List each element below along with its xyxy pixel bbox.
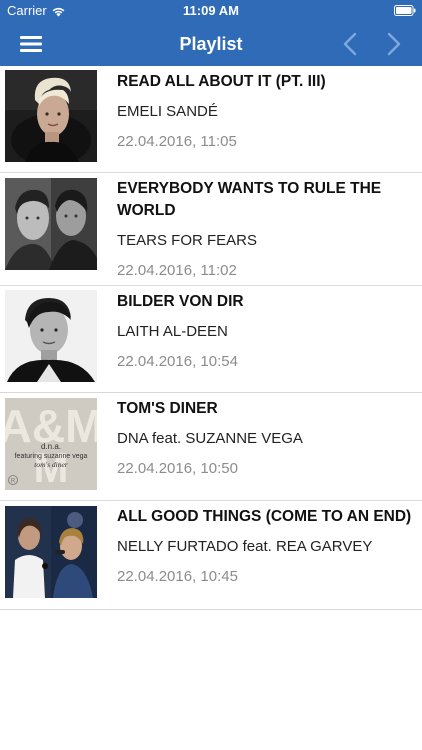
cover-line-3: tom's diner [34, 460, 68, 469]
track-title: EVERYBODY WANTS TO RULE THE WORLD [117, 180, 382, 219]
navigation-bar: Playlist [0, 22, 422, 66]
playlist-row[interactable]: EVERYBODY WANTS TO RULE THE WORLD TEARS … [0, 173, 422, 286]
track-artist: EMELI SANDÉ [117, 103, 218, 120]
track-timestamp: 22.04.2016, 10:54 [117, 353, 238, 370]
track-timestamp: 22.04.2016, 10:50 [117, 460, 238, 477]
track-title: READ ALL ABOUT IT (PT. III) [117, 73, 326, 90]
cover-line-2: featuring suzanne vega [15, 453, 88, 460]
status-bar: Carrier 11:09 AM [0, 0, 422, 22]
album-cover [5, 506, 97, 598]
playlist-row[interactable]: READ ALL ABOUT IT (PT. III) EMELI SANDÉ … [0, 66, 422, 173]
track-info: TOM'S DINER DNA feat. SUZANNE VEGA 22.04… [117, 398, 416, 479]
track-artist: DNA feat. SUZANNE VEGA [117, 430, 303, 447]
track-info: READ ALL ABOUT IT (PT. III) EMELI SANDÉ … [117, 71, 416, 152]
track-artist: TEARS FOR FEARS [117, 232, 258, 249]
album-cover [5, 178, 97, 270]
menu-button[interactable] [9, 22, 53, 66]
track-info: EVERYBODY WANTS TO RULE THE WORLD TEARS … [117, 178, 416, 281]
battery-icon [394, 5, 416, 16]
track-timestamp: 22.04.2016, 11:02 [117, 262, 237, 279]
cover-line-1: d.n.a. [41, 442, 61, 451]
cover-registered-mark: R [11, 479, 16, 485]
album-cover [5, 70, 97, 162]
playlist-screen: Carrier 11:09 AM Playlist READ ALL ABOUT… [0, 0, 422, 750]
album-cover-art [5, 178, 97, 270]
track-info: ALL GOOD THINGS (COME TO AN END) NELLY F… [117, 506, 416, 587]
album-cover-art [5, 506, 97, 598]
status-time: 11:09 AM [183, 3, 239, 18]
track-title: ALL GOOD THINGS (COME TO AN END) [117, 508, 412, 525]
playlist-row[interactable]: BILDER VON DIR LAITH AL-DEEN 22.04.2016,… [0, 286, 422, 393]
track-timestamp: 22.04.2016, 11:05 [117, 133, 237, 150]
playlist-list: READ ALL ABOUT IT (PT. III) EMELI SANDÉ … [0, 66, 422, 610]
album-cover-art: A&M M d.n.a. featuring suzanne vega tom'… [5, 398, 97, 490]
chevron-right-icon [387, 32, 401, 56]
page-title: Playlist [179, 34, 243, 54]
hamburger-menu-icon [20, 36, 42, 52]
album-cover-art [5, 290, 97, 382]
album-cover-art [5, 70, 97, 162]
track-title: TOM'S DINER [117, 400, 218, 417]
previous-button[interactable] [328, 22, 372, 66]
album-cover: A&M M d.n.a. featuring suzanne vega tom'… [5, 398, 97, 490]
track-title: BILDER VON DIR [117, 293, 244, 310]
track-timestamp: 22.04.2016, 10:45 [117, 568, 238, 585]
album-cover [5, 290, 97, 382]
track-artist: NELLY FURTADO feat. REA GARVEY [117, 538, 373, 555]
playlist-row[interactable]: ALL GOOD THINGS (COME TO AN END) NELLY F… [0, 501, 422, 610]
next-button[interactable] [372, 22, 416, 66]
track-artist: LAITH AL-DEEN [117, 323, 228, 340]
playlist-row[interactable]: A&M M d.n.a. featuring suzanne vega tom'… [0, 393, 422, 501]
track-info: BILDER VON DIR LAITH AL-DEEN 22.04.2016,… [117, 291, 416, 372]
chevron-left-icon [343, 32, 357, 56]
